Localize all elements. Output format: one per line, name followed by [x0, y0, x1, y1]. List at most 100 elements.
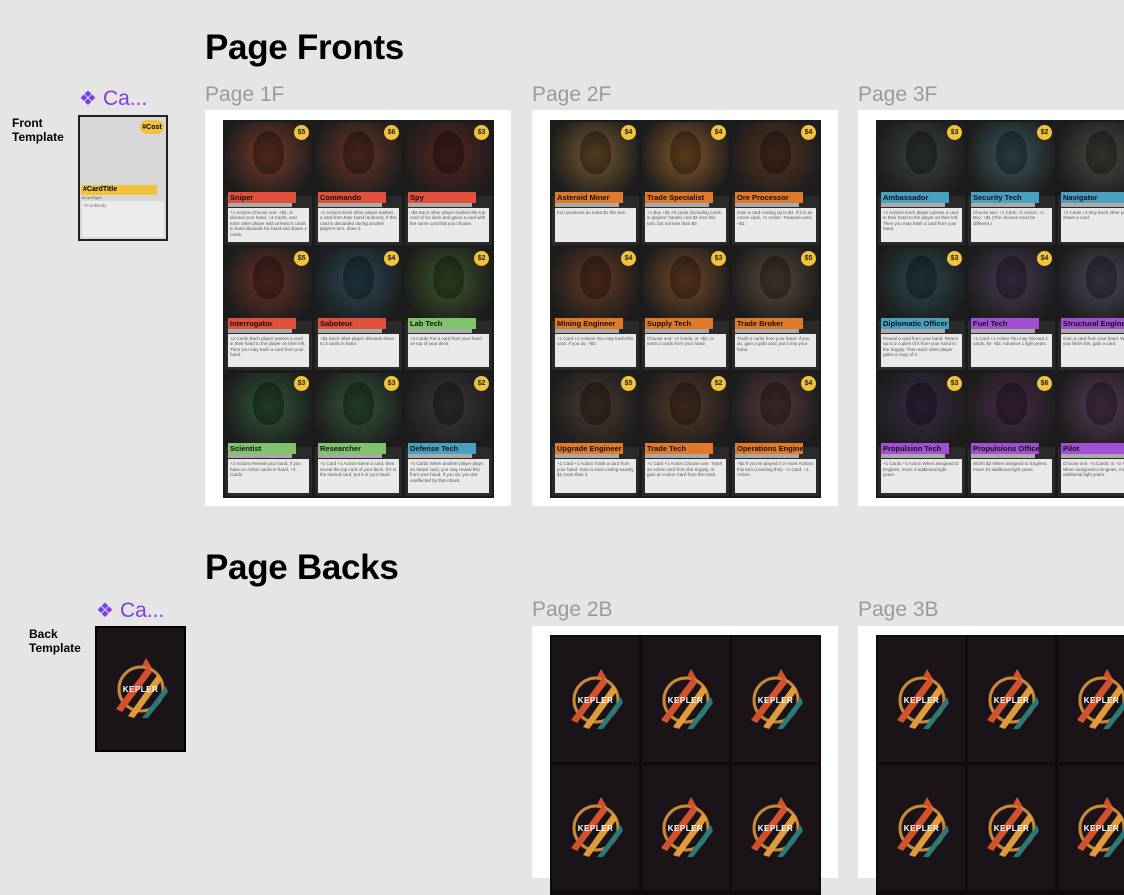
card-title: Trade Tech — [645, 443, 713, 454]
card-back[interactable]: KEPLER — [642, 637, 729, 762]
card-text: +1 Card +1 Action Choose one: Trash an A… — [645, 459, 726, 493]
page-backs-title: Page Backs — [205, 548, 399, 588]
back-page-frame[interactable]: KEPLERKEPLERKEPLERKEPLERKEPLERKEPLER — [532, 626, 838, 878]
card[interactable]: $4Navigator+2 Cards +1 Buy Each other pl… — [1058, 122, 1124, 245]
card[interactable]: $4Fuel Tech+1 Card +1 Action You may Dis… — [968, 248, 1055, 371]
card-cost-badge: $4 — [384, 251, 399, 266]
card[interactable]: $3Ambassador+1 Actions Each player passe… — [878, 122, 965, 245]
card-type-strip — [735, 203, 799, 207]
card[interactable]: $5Sniper+1 Actions Choose one: +$2, or d… — [225, 122, 312, 245]
front-page-frame[interactable]: $5Sniper+1 Actions Choose one: +$2, or d… — [205, 110, 511, 506]
card[interactable]: $2Trade Tech+1 Card +1 Action Choose one… — [642, 373, 729, 496]
card-back[interactable]: KEPLER — [732, 765, 819, 890]
card-type-strip — [555, 203, 619, 207]
card-back[interactable]: KEPLER — [642, 765, 729, 890]
card-title: Propulsions Officer — [971, 443, 1039, 454]
card-grid: $3Ambassador+1 Actions Each player passe… — [876, 120, 1124, 498]
card-text: +$2 Each other player discards down to 3… — [318, 334, 399, 368]
character-silhouette — [253, 382, 284, 425]
card[interactable]: $2Defense Tech+2 Cards When another play… — [405, 373, 492, 496]
kepler-logo: KEPLER — [651, 793, 721, 863]
card-title: Defense Tech — [408, 443, 476, 454]
card-back[interactable]: KEPLER — [732, 637, 819, 762]
card-title: Supply Tech — [645, 318, 713, 329]
card-text: +1 Cards +1 Action When assigned to Engi… — [881, 459, 962, 493]
card-back[interactable]: KEPLER — [1058, 765, 1124, 890]
front-template-card[interactable]: #Cost #CardTitle #CardType #CardBody — [78, 115, 168, 241]
card-title: Researcher — [318, 443, 386, 454]
card-back[interactable]: KEPLER — [1058, 637, 1124, 762]
card-text: +$2 Each other player trashes the top ca… — [408, 208, 489, 242]
card[interactable]: $2Lab Tech+3 Cards Put a card from your … — [405, 248, 492, 371]
back-page-frame[interactable]: KEPLERKEPLERKEPLERKEPLERKEPLERKEPLER — [858, 626, 1124, 878]
logo-text: KEPLER — [651, 824, 721, 833]
character-silhouette — [760, 256, 791, 299]
page-frame-label[interactable]: Page 2F — [532, 83, 611, 107]
card-back[interactable]: KEPLER — [552, 637, 639, 762]
card[interactable]: $4Saboteur+$2 Each other player discards… — [315, 248, 402, 371]
card[interactable]: $6Commando+1 Actions Each other player t… — [315, 122, 402, 245]
card[interactable]: $6Propulsions OfficerWorth $2 When assig… — [968, 373, 1055, 496]
front-page-frame[interactable]: $4Asteroid MinerIron produces an extra $… — [532, 110, 838, 506]
card[interactable]: $3Scientist+2 Actions Reveal your hand. … — [225, 373, 312, 496]
card[interactable]: $4Operations Engineer+$2 If you've playe… — [732, 373, 819, 496]
card[interactable]: $4Trade Specialist+1 Buy +$1 All cards (… — [642, 122, 729, 245]
character-silhouette — [433, 256, 464, 299]
character-silhouette — [343, 382, 374, 425]
card-title: Asteroid Miner — [555, 192, 623, 203]
card[interactable]: $3Propulsion Tech+1 Cards +1 Action When… — [878, 373, 965, 496]
template-type-label: #CardType — [82, 195, 102, 200]
card[interactable]: $5Trade BrokerTrash 2 cards from your ha… — [732, 248, 819, 371]
card-cost-badge: $2 — [1037, 125, 1052, 140]
card[interactable]: $3Spy+$2 Each other player trashes the t… — [405, 122, 492, 245]
page-frame-label[interactable]: Page 3F — [858, 83, 937, 107]
card[interactable]: $3Supply TechChoose one: +2 Cards; or +$… — [642, 248, 729, 371]
card-cost-badge: $3 — [947, 251, 962, 266]
component-name: Ca... — [120, 599, 164, 623]
card-art — [1058, 373, 1124, 447]
back-template-card[interactable]: KEPLER — [95, 626, 186, 752]
card-back[interactable]: KEPLER — [968, 637, 1055, 762]
kepler-logo: KEPLER — [887, 793, 957, 863]
card[interactable]: $5Upgrade Engineer+1 Card +1 Action Tras… — [552, 373, 639, 496]
card-cost-badge: $3 — [474, 125, 489, 140]
card-title: Ambassador — [881, 192, 949, 203]
card[interactable]: $4Structural EngineerGain a card from yo… — [1058, 248, 1124, 371]
card-type-strip — [881, 203, 945, 207]
card[interactable]: $4Mining Engineer+1 Card +2 Actions You … — [552, 248, 639, 371]
card[interactable]: $2Security TechChoose two: +1 Card; +1 A… — [968, 122, 1055, 245]
card[interactable]: $3Researcher+1 Card +1 Action Name a car… — [315, 373, 402, 496]
character-silhouette — [996, 382, 1027, 425]
character-silhouette — [1086, 131, 1117, 174]
card-type-strip — [881, 329, 945, 333]
card-text: +2 Actions Reveal your hand. If you have… — [228, 459, 309, 493]
card-text: +$2 If you've played 3 or more Actions t… — [735, 459, 816, 493]
character-silhouette — [906, 382, 937, 425]
card-back[interactable]: KEPLER — [878, 637, 965, 762]
card-type-strip — [228, 454, 292, 458]
card-title: Interrogator — [228, 318, 296, 329]
card[interactable]: $4Ore ProcessorGain a card costing up to… — [732, 122, 819, 245]
card[interactable]: $5Interrogator+2 Cards Each player passe… — [225, 248, 312, 371]
card-back[interactable]: KEPLER — [968, 765, 1055, 890]
logo-text: KEPLER — [1067, 696, 1124, 705]
front-component-label[interactable]: ❖ Ca... — [79, 86, 147, 111]
front-page-frame[interactable]: $3Ambassador+1 Actions Each player passe… — [858, 110, 1124, 506]
page-fronts-title: Page Fronts — [205, 28, 404, 68]
card-back[interactable]: KEPLER — [878, 765, 965, 890]
card[interactable]: $5PilotChoose one: +3 Cards; or +2 Actio… — [1058, 373, 1124, 496]
card-text: +1 Actions Each other player trashes a c… — [318, 208, 399, 242]
card-type-strip — [1061, 203, 1124, 207]
card[interactable]: $3Diplomatic OfficerReveal a card from y… — [878, 248, 965, 371]
page-frame-label[interactable]: Page 1F — [205, 83, 284, 107]
card[interactable]: $4Asteroid MinerIron produces an extra $… — [552, 122, 639, 245]
page-frame-label[interactable]: Page 2B — [532, 598, 613, 622]
card-grid: $4Asteroid MinerIron produces an extra $… — [550, 120, 821, 498]
back-component-label[interactable]: ❖ Ca... — [96, 598, 164, 623]
card-title: Security Tech — [971, 192, 1039, 203]
card-back[interactable]: KEPLER — [552, 765, 639, 890]
card-cost-badge: $4 — [621, 125, 636, 140]
card-title: Pilot — [1061, 443, 1124, 454]
page-frame-label[interactable]: Page 3B — [858, 598, 939, 622]
card-type-strip — [555, 454, 619, 458]
